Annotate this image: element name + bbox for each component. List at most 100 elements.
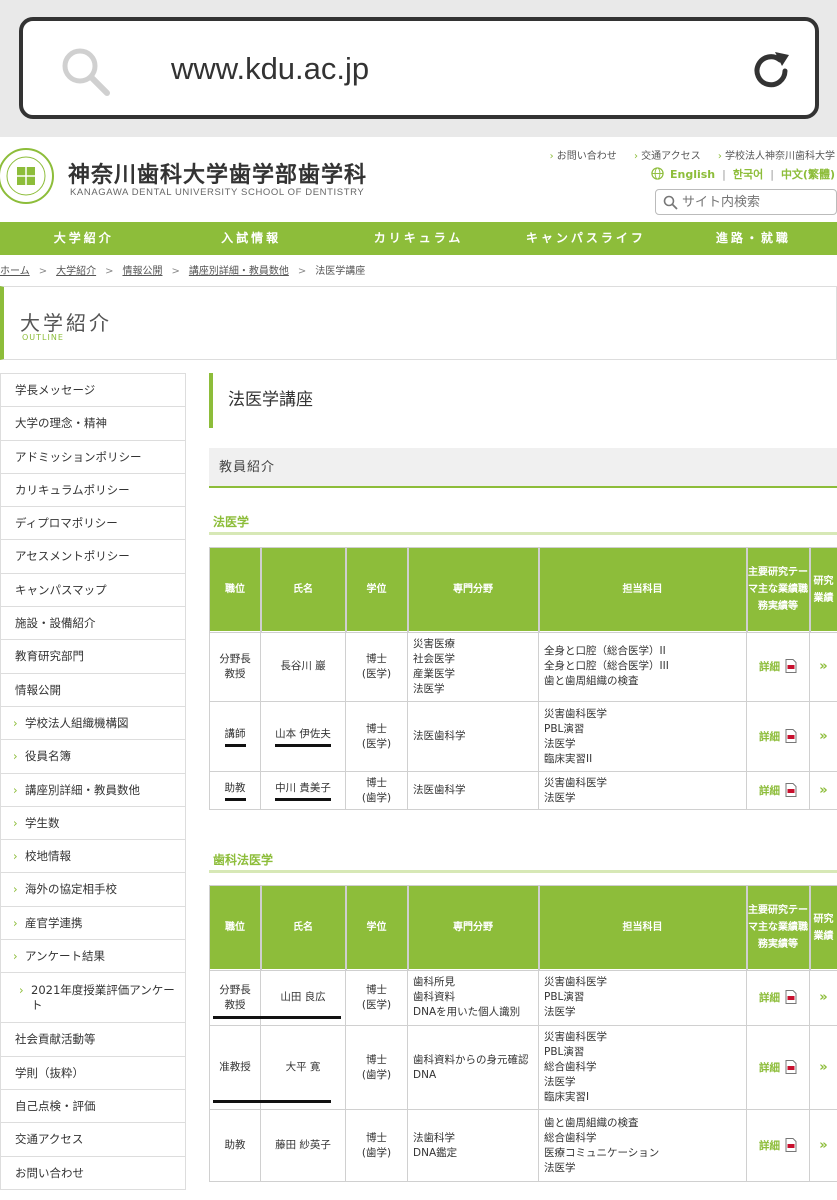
pdf-icon[interactable] <box>785 1137 797 1152</box>
pdf-icon[interactable] <box>785 1059 797 1074</box>
sidebar-item-students[interactable]: 学生数 <box>0 806 186 841</box>
cell-field: 歯科所見 歯科資料 DNAを用いた個人識別 <box>407 969 539 1026</box>
sidebar-item-survey-results[interactable]: アンケート結果 <box>0 940 186 974</box>
sidebar-item-partner-schools[interactable]: 海外の協定相手校 <box>0 873 186 907</box>
breadcrumb-home[interactable]: ホーム <box>0 266 30 277</box>
degree-text: 博士 (歯学) <box>361 1053 392 1081</box>
site-search-input[interactable] <box>682 192 832 212</box>
nav-campus-life[interactable]: キャンパスライフ <box>502 222 669 255</box>
cell-degree: 博士 (医学) <box>345 701 408 772</box>
sidebar-item-research-divisions[interactable]: 教育研究部門 <box>0 640 186 674</box>
rank-text: 分野長 教授 <box>219 652 251 680</box>
degree-text: 博士 (医学) <box>361 983 392 1011</box>
outline-banner: 大学紹介 OUTLINE <box>0 286 837 360</box>
address-bar[interactable]: www.kdu.ac.jp <box>19 17 819 119</box>
detail-link[interactable]: 詳細 <box>759 1140 780 1152</box>
field-text: 歯科所見 歯科資料 DNAを用いた個人識別 <box>413 976 521 1018</box>
pdf-icon[interactable] <box>785 658 797 673</box>
detail-link[interactable]: 詳細 <box>759 1062 780 1074</box>
pdf-icon[interactable] <box>785 728 797 743</box>
breadcrumb-disclosure[interactable]: 情報公開 <box>122 266 162 277</box>
sidebar-item-disclosure[interactable]: 情報公開 <box>0 673 186 707</box>
achievements-link[interactable]: » <box>819 659 827 674</box>
sidebar-item-contact[interactable]: お問い合わせ <box>0 1156 186 1190</box>
col-degree: 学位 <box>344 546 409 633</box>
breadcrumb-departments[interactable]: 講座別詳細・教員数他 <box>189 266 289 277</box>
subjects-text: 災害歯科医学 PBL演習 法医学 <box>544 976 607 1018</box>
sidebar-item-facilities[interactable]: 施設・設備紹介 <box>0 607 186 641</box>
reload-icon[interactable] <box>749 49 793 93</box>
sidebar-item-officers[interactable]: 役員名簿 <box>0 740 186 774</box>
sidebar-item-regulations[interactable]: 学則（抜粋） <box>0 1056 186 1090</box>
rank-text: 分野長 教授 <box>219 983 251 1011</box>
cell-research-achievements: » <box>809 771 837 810</box>
cell-research-achievements: » <box>809 631 837 702</box>
cell-name: 長谷川 巖 <box>260 631 346 702</box>
cell-research-themes: 詳細 <box>746 701 810 772</box>
nav-about[interactable]: 大学紹介 <box>0 222 167 255</box>
sidebar-item-president-message[interactable]: 学長メッセージ <box>0 374 186 408</box>
cell-name: 大平 寛 <box>260 1025 346 1110</box>
cell-rank: 准教授 <box>209 1025 261 1110</box>
achievements-link[interactable]: » <box>819 1138 827 1153</box>
col-field: 専門分野 <box>406 546 540 633</box>
sidebar-item-campus-land[interactable]: 校地情報 <box>0 840 186 874</box>
lang-english[interactable]: English <box>670 168 715 181</box>
sidebar-item-philosophy[interactable]: 大学の理念・精神 <box>0 407 186 441</box>
sidebar-item-social-contribution[interactable]: 社会貢献活動等 <box>0 1023 186 1057</box>
pdf-icon[interactable] <box>785 989 797 1004</box>
sidebar-item-industry-collab[interactable]: 産官学連携 <box>0 906 186 941</box>
achievements-link[interactable]: » <box>819 990 827 1005</box>
name-text: 大平 寛 <box>285 1061 321 1073</box>
corporation-link[interactable]: 学校法人神奈川歯科大学 <box>718 151 835 162</box>
nav-career[interactable]: 進路・就職 <box>670 222 837 255</box>
url-text[interactable]: www.kdu.ac.jp <box>171 51 369 87</box>
name-text: 藤田 紗英子 <box>275 1139 331 1151</box>
site-title[interactable]: 神奈川歯科大学歯学部歯学科 <box>68 157 367 189</box>
sidebar-item-2021-survey[interactable]: 2021年度授業評価アンケート <box>0 973 186 1024</box>
subjects-text: 災害歯科医学 PBL演習 総合歯科学 法医学 臨床実習I <box>544 1031 607 1103</box>
achievements-link[interactable]: » <box>819 783 827 798</box>
sidebar-item-admission-policy[interactable]: アドミッションポリシー <box>0 440 186 474</box>
detail-link[interactable]: 詳細 <box>759 661 780 673</box>
breadcrumb-about[interactable]: 大学紹介 <box>56 266 96 277</box>
access-link[interactable]: 交通アクセス <box>634 151 701 162</box>
cell-subjects: 災害歯科医学 PBL演習 法医学 <box>538 969 747 1026</box>
page-title: 法医学講座 <box>209 373 837 428</box>
university-seal-logo[interactable] <box>0 145 58 207</box>
utility-links: お問い合わせ 交通アクセス 学校法人神奈川歯科大学 <box>536 147 835 162</box>
cell-degree: 博士 (歯学) <box>345 1109 408 1182</box>
nav-curriculum[interactable]: カリキュラム <box>335 222 502 255</box>
col-research-themes: 主要研究テーマ主な業績職務実績等 <box>745 546 811 633</box>
subjects-text: 全身と口腔（総合医学）II 全身と口腔（総合医学）III 歯と歯周組織の検査 <box>544 645 669 687</box>
lang-korean[interactable]: 한국어 <box>733 168 763 181</box>
sidebar-item-curriculum-policy[interactable]: カリキュラムポリシー <box>0 473 186 508</box>
detail-link[interactable]: 詳細 <box>759 731 780 743</box>
sidebar-item-org-chart[interactable]: 学校法人組織機構図 <box>0 706 186 741</box>
subjects-text: 災害歯科医学 PBL演習 法医学 臨床実習II <box>544 707 607 765</box>
pdf-icon[interactable] <box>785 782 797 797</box>
language-links: English | 한국어 | 中文(繁體) <box>651 166 835 182</box>
sidebar-item-access[interactable]: 交通アクセス <box>0 1123 186 1157</box>
nav-admissions[interactable]: 入試情報 <box>167 222 334 255</box>
table-row: 講師 山本 伊佐夫 博士 (医学) 法医歯科学 災害歯科医学 PBL演習 法医学 臨床実… <box>209 701 837 772</box>
detail-link[interactable]: 詳細 <box>759 785 780 797</box>
sidebar-item-departments[interactable]: 講座別詳細・教員数他 <box>0 773 186 807</box>
cell-subjects: 災害歯科医学 法医学 <box>538 771 747 810</box>
achievements-link[interactable]: » <box>819 1060 827 1075</box>
lang-chinese[interactable]: 中文(繁體) <box>781 168 835 181</box>
site-search[interactable] <box>655 189 837 215</box>
cell-degree: 博士 (歯学) <box>345 771 408 810</box>
achievements-link[interactable]: » <box>819 729 827 744</box>
cell-name: 中川 貴美子 <box>260 771 346 810</box>
degree-text: 博士 (医学) <box>361 722 392 750</box>
sidebar-item-campus-map[interactable]: キャンパスマップ <box>0 573 186 608</box>
sidebar-item-diploma-policy[interactable]: ディプロマポリシー <box>0 507 186 541</box>
contact-link[interactable]: お問い合わせ <box>550 151 617 162</box>
cell-research-themes: 詳細 <box>746 969 810 1026</box>
name-text: 山田 良広 <box>280 991 326 1003</box>
sidebar-item-assessment-policy[interactable]: アセスメントポリシー <box>0 540 186 574</box>
detail-link[interactable]: 詳細 <box>759 992 780 1004</box>
cell-subjects: 災害歯科医学 PBL演習 総合歯科学 法医学 臨床実習I <box>538 1025 747 1110</box>
sidebar-item-self-evaluation[interactable]: 自己点検・評価 <box>0 1089 186 1124</box>
